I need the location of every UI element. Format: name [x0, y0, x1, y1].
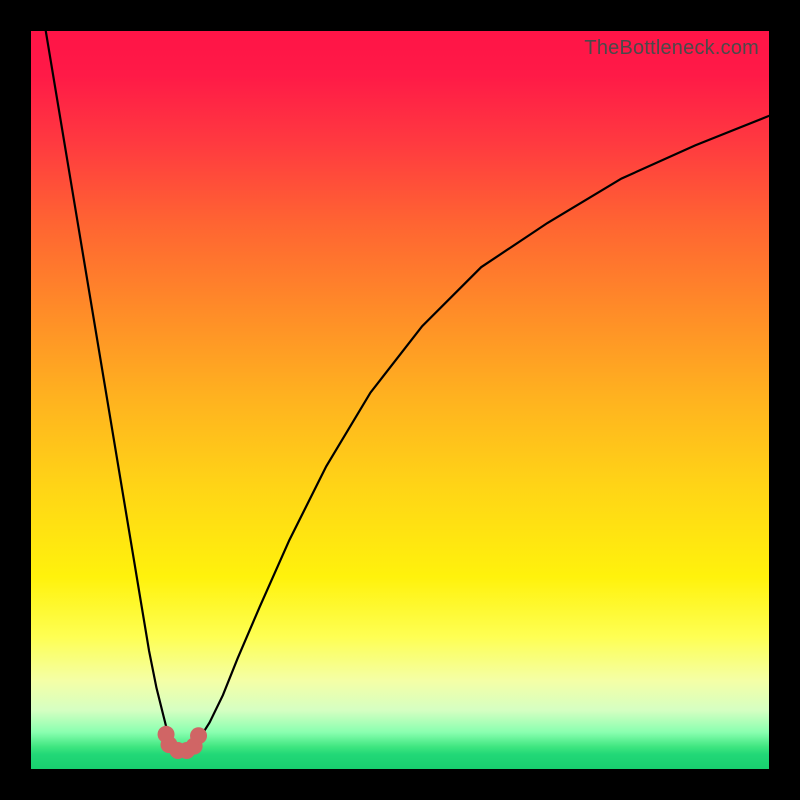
figure-frame: TheBottleneck.com [0, 0, 800, 800]
watermark-text: TheBottleneck.com [584, 37, 759, 60]
bottleneck-curve [31, 31, 769, 769]
bottom-marker-cluster [158, 726, 207, 759]
right-branch-line [190, 116, 769, 749]
left-branch-line [46, 31, 177, 749]
plot-area: TheBottleneck.com [31, 31, 769, 769]
marker-dot [190, 727, 207, 744]
